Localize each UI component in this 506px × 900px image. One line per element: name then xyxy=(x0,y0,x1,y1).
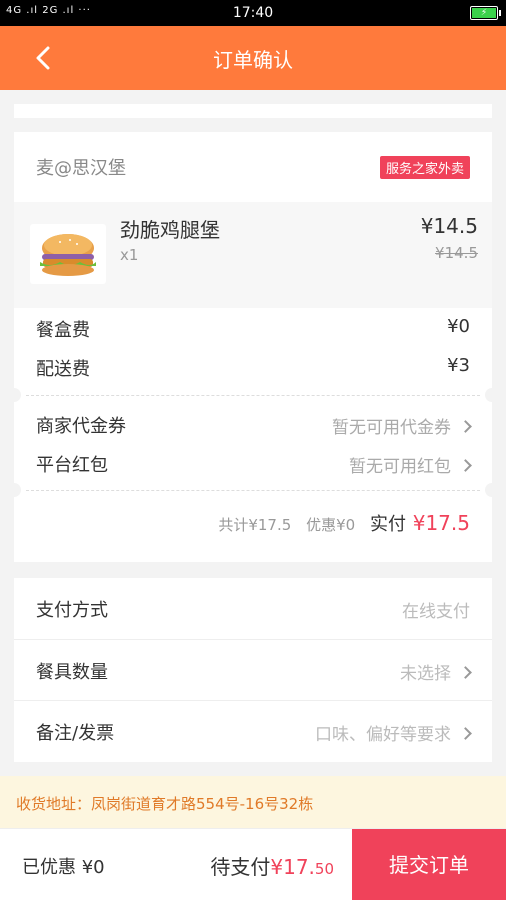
page-title: 订单确认 xyxy=(213,48,293,72)
summary-total: 共计¥17.5 xyxy=(218,516,292,534)
order-item: 劲脆鸡腿堡 x1 ¥14.5 ¥14.5 xyxy=(14,202,492,308)
item-original-price: ¥14.5 xyxy=(435,244,478,262)
summary-pay-value: ¥17.5 xyxy=(412,511,470,535)
platform-redpacket-label: 平台红包 xyxy=(36,455,108,476)
delivery-badge: 服务之家外卖 xyxy=(379,156,470,179)
platform-redpacket-value-wrap: 暂无可用红包 xyxy=(349,452,472,477)
header-bar: 订单确认 xyxy=(0,26,506,90)
remarks-row[interactable]: 备注/发票 口味、偏好等要求 xyxy=(14,700,492,761)
box-fee-label: 餐盒费 xyxy=(36,320,90,341)
item-price: ¥14.5 xyxy=(420,214,478,238)
platform-redpacket-row[interactable]: 平台红包 暂无可用红包 xyxy=(14,442,492,482)
merchant-voucher-value: 暂无可用代金券 xyxy=(332,418,451,438)
remarks-value-wrap: 口味、偏好等要求 xyxy=(315,720,472,745)
payment-method-row[interactable]: 支付方式 在线支付 xyxy=(14,578,492,639)
card-notch-left xyxy=(7,388,21,402)
amount-to-pay: 待支付¥17.50 xyxy=(210,851,334,880)
utensils-value-wrap: 未选择 xyxy=(400,659,472,684)
card-notch-right xyxy=(485,483,499,497)
delivery-address[interactable]: 收货地址：凤岗街道育才路554号-16号32栋 xyxy=(0,776,506,828)
item-quantity: x1 xyxy=(120,246,139,264)
to-pay-cents: 50 xyxy=(314,860,334,878)
chevron-right-icon xyxy=(459,727,472,740)
utensils-value: 未选择 xyxy=(400,664,451,684)
item-name: 劲脆鸡腿堡 xyxy=(120,218,220,242)
battery-charging-icon: ⚡ xyxy=(470,6,501,20)
remarks-label: 备注/发票 xyxy=(36,723,115,744)
divider xyxy=(26,395,480,396)
platform-redpacket-value: 暂无可用红包 xyxy=(349,457,451,477)
summary-pay-label: 实付 xyxy=(369,514,406,535)
card-notch-right xyxy=(485,388,499,402)
shop-name: 麦@思汉堡 xyxy=(36,158,126,179)
box-fee-value: ¥0 xyxy=(447,316,470,337)
status-time: 17:40 xyxy=(232,5,274,21)
order-card: 麦@思汉堡 服务之家外卖 劲脆鸡腿堡 x1 ¥14.5 ¥14.5 餐盒费 ¥0… xyxy=(7,132,499,562)
order-summary: 共计¥17.5 优惠¥0 实付 ¥17.5 xyxy=(218,510,470,536)
status-bar: 4G .ıl 2G .ıl ··· 17:40 ⚡ xyxy=(0,0,506,26)
payment-method-label: 支付方式 xyxy=(36,600,108,621)
submit-order-button[interactable]: 提交订单 xyxy=(352,829,506,900)
discounted-amount: 已优惠 ¥0 xyxy=(22,857,105,878)
utensils-row[interactable]: 餐具数量 未选择 xyxy=(14,639,492,700)
merchant-voucher-row[interactable]: 商家代金券 暂无可用代金券 xyxy=(14,402,492,442)
chevron-right-icon xyxy=(459,459,472,472)
top-strip xyxy=(14,104,492,118)
utensils-label: 餐具数量 xyxy=(36,662,108,683)
payment-method-value: 在线支付 xyxy=(402,602,470,622)
card-notch-left xyxy=(7,483,21,497)
summary-discount: 优惠¥0 xyxy=(306,516,356,534)
delivery-fee-value: ¥3 xyxy=(447,355,470,376)
to-pay-amount: ¥17. xyxy=(270,855,315,879)
to-pay-label: 待支付 xyxy=(210,855,271,879)
divider xyxy=(26,490,480,491)
chevron-right-icon xyxy=(459,666,472,679)
checkout-bar: 已优惠 ¥0 待支付¥17.50 提交订单 xyxy=(0,828,506,900)
merchant-voucher-label: 商家代金券 xyxy=(36,416,126,437)
delivery-fee-label: 配送费 xyxy=(36,359,90,380)
chevron-right-icon xyxy=(459,420,472,433)
options-card: 支付方式 在线支付 餐具数量 未选择 备注/发票 口味、偏好等要求 xyxy=(14,578,492,762)
remarks-value: 口味、偏好等要求 xyxy=(315,725,451,745)
burger-image xyxy=(30,224,106,284)
merchant-voucher-value-wrap: 暂无可用代金券 xyxy=(332,413,472,438)
